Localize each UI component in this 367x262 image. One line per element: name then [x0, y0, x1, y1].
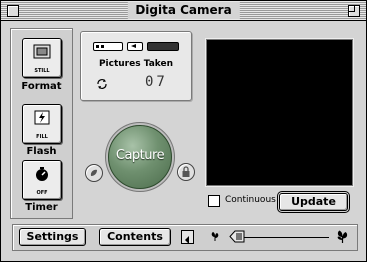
timer-label: Timer [25, 202, 58, 213]
continuous-checkbox[interactable] [208, 195, 220, 207]
speaker-icon [185, 236, 189, 244]
camera-window: Digita Camera STILL Format FILL Flash OF… [0, 0, 367, 262]
timer-mode-text: OFF [36, 190, 48, 196]
previous-button[interactable] [85, 164, 103, 182]
lock-icon [182, 166, 190, 177]
title-bar[interactable]: Digita Camera [1, 1, 366, 21]
pictures-taken-label: Pictures Taken [98, 59, 174, 69]
large-leaf-icon [337, 230, 348, 243]
ac-power-icon [127, 42, 143, 51]
image-preview [206, 39, 353, 186]
window-title: Digita Camera [127, 2, 240, 19]
continuous-label: Continuous [225, 195, 276, 205]
mode-panel: STILL Format FILL Flash OFF Timer [10, 28, 73, 219]
speaker-button[interactable] [181, 230, 194, 244]
battery-indicator [93, 42, 123, 51]
contents-button[interactable]: Contents [99, 228, 171, 246]
flash-button[interactable]: FILL [22, 104, 62, 144]
monitor-icon [33, 44, 51, 59]
flash-mode-text: FILL [36, 134, 48, 140]
volume-slider-thumb[interactable] [229, 230, 245, 243]
timer-button[interactable]: OFF [22, 160, 62, 200]
picture-count: 07 [145, 74, 168, 90]
format-label: Format [21, 81, 62, 92]
small-leaf-icon [211, 232, 219, 241]
flash-icon [34, 110, 50, 125]
close-box[interactable] [7, 5, 19, 17]
capture-label: Capture [115, 148, 165, 163]
format-mode-text: STILL [34, 68, 50, 74]
flash-label: Flash [26, 146, 57, 157]
refresh-icon[interactable] [96, 78, 108, 90]
settings-button[interactable]: Settings [19, 228, 86, 246]
volume-slider-track[interactable] [235, 237, 329, 238]
info-panel: Pictures Taken 07 [80, 31, 192, 101]
update-button[interactable]: Update [279, 193, 348, 211]
bottom-toolbar: Settings Contents [12, 224, 358, 251]
capture-button[interactable]: Capture [108, 125, 172, 189]
format-button[interactable]: STILL [22, 38, 62, 78]
zoom-box[interactable] [348, 5, 360, 17]
card-icon [147, 42, 179, 51]
lock-button[interactable] [177, 163, 195, 181]
leaf-icon [90, 169, 97, 176]
stopwatch-icon [36, 167, 48, 181]
